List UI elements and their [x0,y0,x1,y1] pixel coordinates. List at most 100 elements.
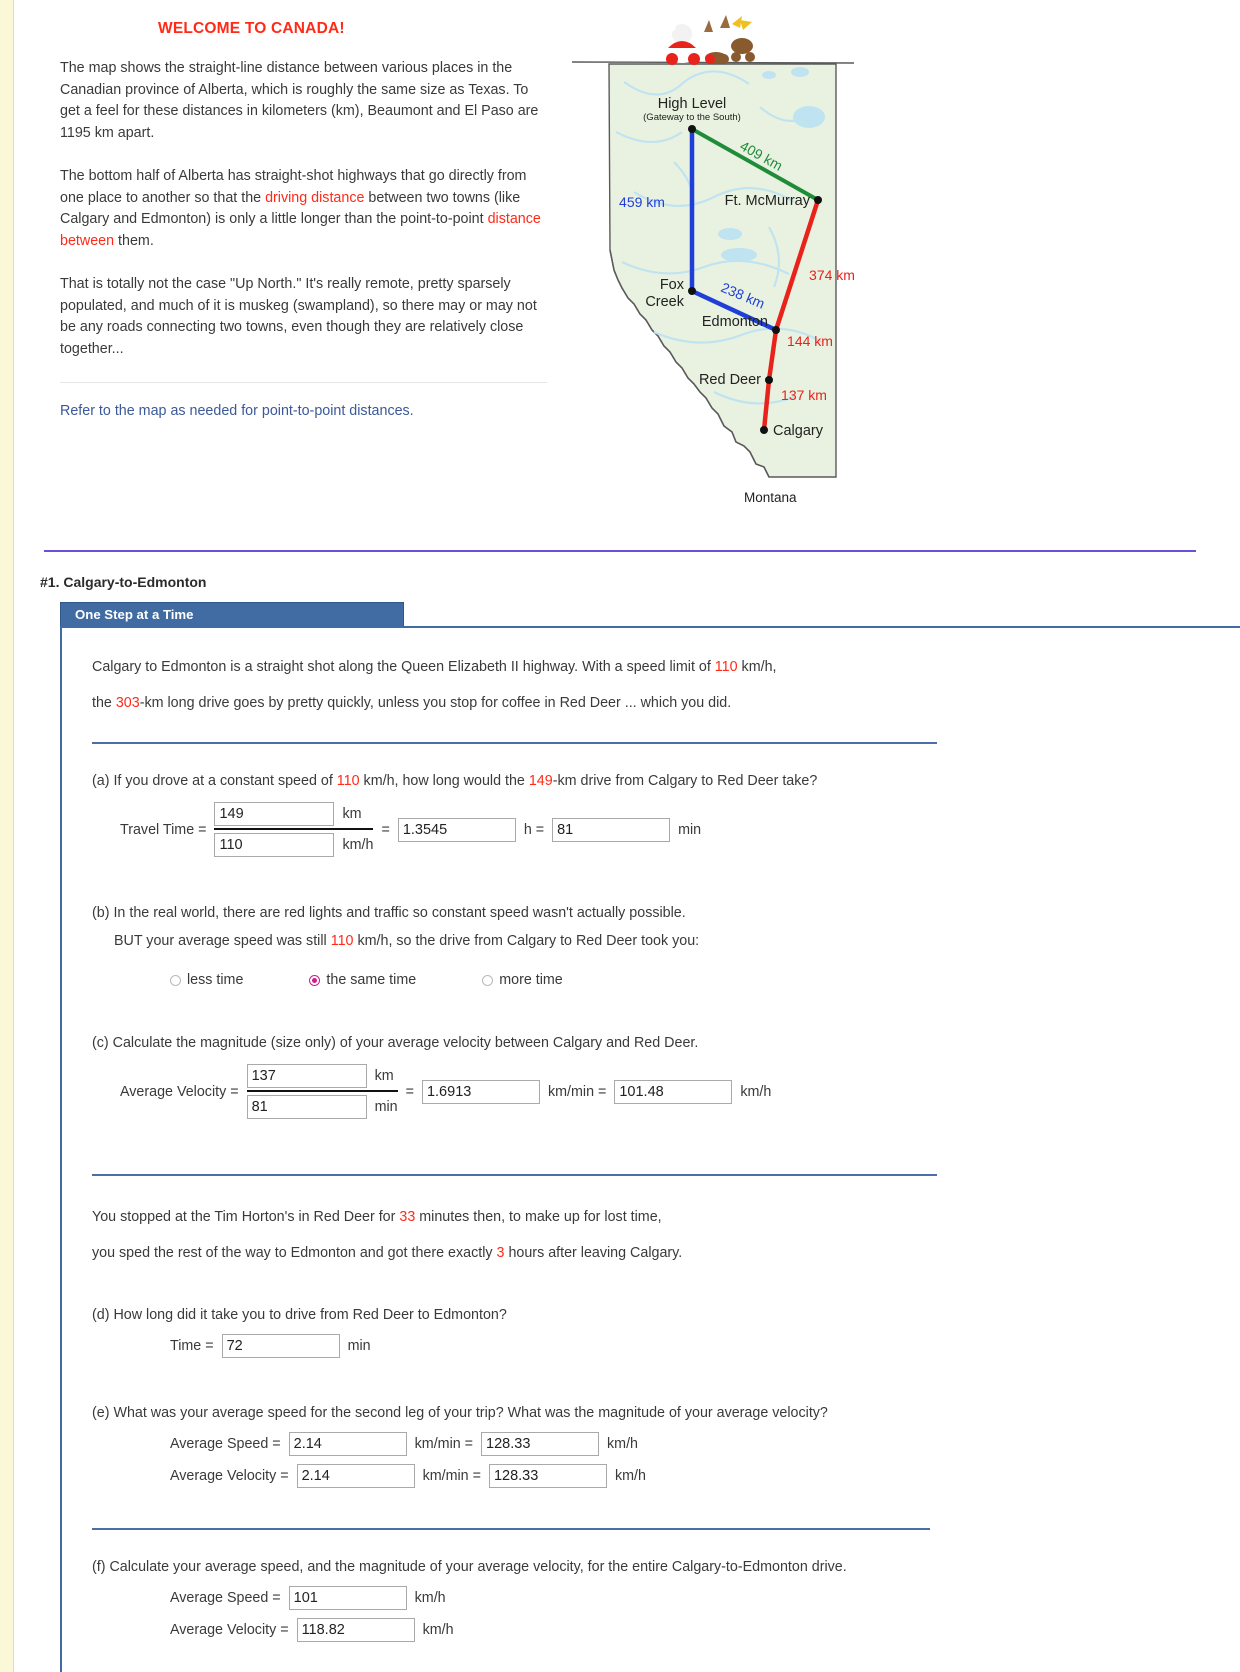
alberta-map: High Level (Gateway to the South) Ft. Mc… [564,12,864,522]
part-a-fraction: km km/h [214,802,374,858]
lead-speed-limit: 110 [714,659,738,675]
part-c-numerator: km [246,1064,398,1092]
part-a-speed: 110 [336,773,360,789]
part-a-formula-label: Travel Time = [120,822,207,838]
part-e-velocity-mid-unit: km/min = [422,1468,481,1484]
interlude-text-2a: you sped the rest of the way to Edmonton… [92,1245,497,1261]
part-c-formula-label: Average Velocity = [120,1084,239,1100]
part-b-option-less-time[interactable]: less time [170,972,243,988]
interlude-text-1b: minutes then, to make up for lost time, [415,1209,662,1225]
welcome-title: WELCOME TO CANADA! [158,20,345,37]
intro-text-column: WELCOME TO CANADA! The map shows the str… [44,12,547,419]
intro-paragraph-1: The map shows the straight-line distance… [60,58,544,144]
part-d-label: Time = [170,1338,214,1354]
intro-p2-highlight-driving-distance: driving distance [265,189,365,206]
part-e-speed-row: Average Speed = km/min = km/h [170,1432,1240,1456]
part-e-speed-kmmin-input[interactable] [288,1432,407,1456]
question-lead-line-2: the 303-km long drive goes by pretty qui… [92,688,1240,718]
intro-paragraph-2: The bottom half of Alberta has straight-… [60,166,544,252]
part-e-velocity-row: Average Velocity = km/min = km/h [170,1464,1240,1488]
part-a-numerator-input[interactable] [214,802,335,826]
city-dot-red-deer [765,376,773,384]
part-c-question: (c) Calculate the magnitude (size only) … [92,1035,699,1051]
part-f-speed-row: Average Speed = km/h [170,1586,1240,1610]
part-b-option-same-time[interactable]: the same time [309,972,416,988]
lead-text-d: -km long drive goes by pretty quickly, u… [139,695,732,711]
part-c-fraction: km min [246,1064,398,1120]
map-label-ft-mcmurray: Ft. McMurray [725,193,811,209]
map-label-red-deer: Red Deer [699,372,761,388]
part-a-minutes-unit: min [678,822,702,838]
part-f-velocity-unit: km/h [422,1622,454,1638]
lead-text-b: km/h, [737,659,777,675]
part-f-velocity-row: Average Velocity = km/h [170,1618,1240,1642]
map-label-creek: Creek [645,294,684,310]
part-a-hours-unit: h = [523,822,545,838]
part-f-velocity-input[interactable] [296,1618,415,1642]
part-c-numerator-input[interactable] [246,1064,367,1088]
interlude-text-1a: You stopped at the Tim Horton's in Red D… [92,1209,400,1225]
alberta-map-svg: High Level (Gateway to the South) Ft. Mc… [571,15,855,478]
map-distance-459: 459 km [619,194,665,210]
part-c-kmh-unit: km/h [740,1084,772,1100]
part-e-velocity-end-unit: km/h [614,1468,646,1484]
rule-before-interlude [92,1174,937,1176]
intro-p3-text: That is totally not the case "Up North."… [60,276,537,357]
radio-icon-same-time[interactable] [309,974,321,986]
city-dot-fox-creek [688,287,696,295]
part-e-speed-kmh-input[interactable] [481,1432,600,1456]
part-b-question-line-2: BUT your average speed was still 110 km/… [114,930,1240,952]
part-f-speed-unit: km/h [414,1590,446,1606]
part-a-text-1: (a) If you drove at a constant speed of [92,773,337,789]
lead-text-a: Calgary to Edmonton is a straight shot a… [92,659,715,675]
map-distance-137: 137 km [781,387,827,403]
part-c-equals-1: = [405,1084,414,1100]
part-a-hours-input[interactable] [397,818,516,842]
part-c-denominator-input[interactable] [246,1095,367,1119]
worksheet-page: WELCOME TO CANADA! The map shows the str… [0,0,1240,1672]
part-e-velocity-kmh-input[interactable] [488,1464,607,1488]
part-e-velocity-kmmin-input[interactable] [296,1464,415,1488]
city-dot-high-level [688,125,696,133]
part-b-option-label-1: the same time [326,972,417,988]
part-b-question-line-1: (b) In the real world, there are red lig… [92,905,686,921]
map-distance-144: 144 km [787,333,833,349]
intro-p1-text: The map shows the straight-line distance… [60,60,539,141]
lead-text-c: the [92,695,116,711]
part-a-distance: 149 [528,773,553,789]
map-label-edmonton: Edmonton [702,314,768,330]
part-b-option-label-0: less time [187,972,244,988]
part-e-question: (e) What was your average speed for the … [92,1405,828,1421]
part-b-speed: 110 [330,933,354,949]
part-a-minutes-input[interactable] [552,818,671,842]
refer-to-map-note: Refer to the map as needed for point-to-… [60,403,414,419]
part-d-unit: min [347,1338,371,1354]
part-d-answer-row: Time = min [170,1334,1240,1358]
part-b-option-more-time[interactable]: more time [482,972,563,988]
question-1-title: #1. Calgary-to-Edmonton [40,574,207,590]
part-c-kmmin-input[interactable] [421,1080,540,1104]
part-a-denominator: km/h [214,830,373,858]
city-dot-ft-mcmurray [814,196,822,204]
part-f-speed-input[interactable] [288,1586,407,1610]
tab-one-step-at-a-time[interactable]: One Step at a Time [60,602,404,626]
part-a-denominator-input[interactable] [214,833,335,857]
part-b-radio-group: less time the same time more time [170,972,1240,988]
interlude-line-2: you sped the rest of the way to Edmonton… [92,1238,1240,1268]
intro-paragraph-3: That is totally not the case "Up North."… [60,274,544,360]
intro-p2-text-c: them. [114,232,154,249]
rule-after-lead [92,742,937,744]
question-lead-line-1: Calgary to Edmonton is a straight shot a… [92,652,1240,682]
rule-before-part-f [92,1528,930,1530]
radio-icon-more-time[interactable] [482,974,494,986]
radio-icon-less-time[interactable] [170,974,181,986]
map-caption-montana: Montana [744,490,797,505]
part-e-speed-end-unit: km/h [607,1436,639,1452]
part-c-denominator-unit: min [374,1099,398,1115]
map-label-high-level: High Level [658,96,727,112]
part-d-time-input[interactable] [221,1334,340,1358]
map-label-high-level-sub: (Gateway to the South) [643,112,741,123]
city-dot-calgary [760,426,768,434]
part-e-velocity-label: Average Velocity = [170,1468,289,1484]
part-c-kmh-input[interactable] [614,1080,733,1104]
